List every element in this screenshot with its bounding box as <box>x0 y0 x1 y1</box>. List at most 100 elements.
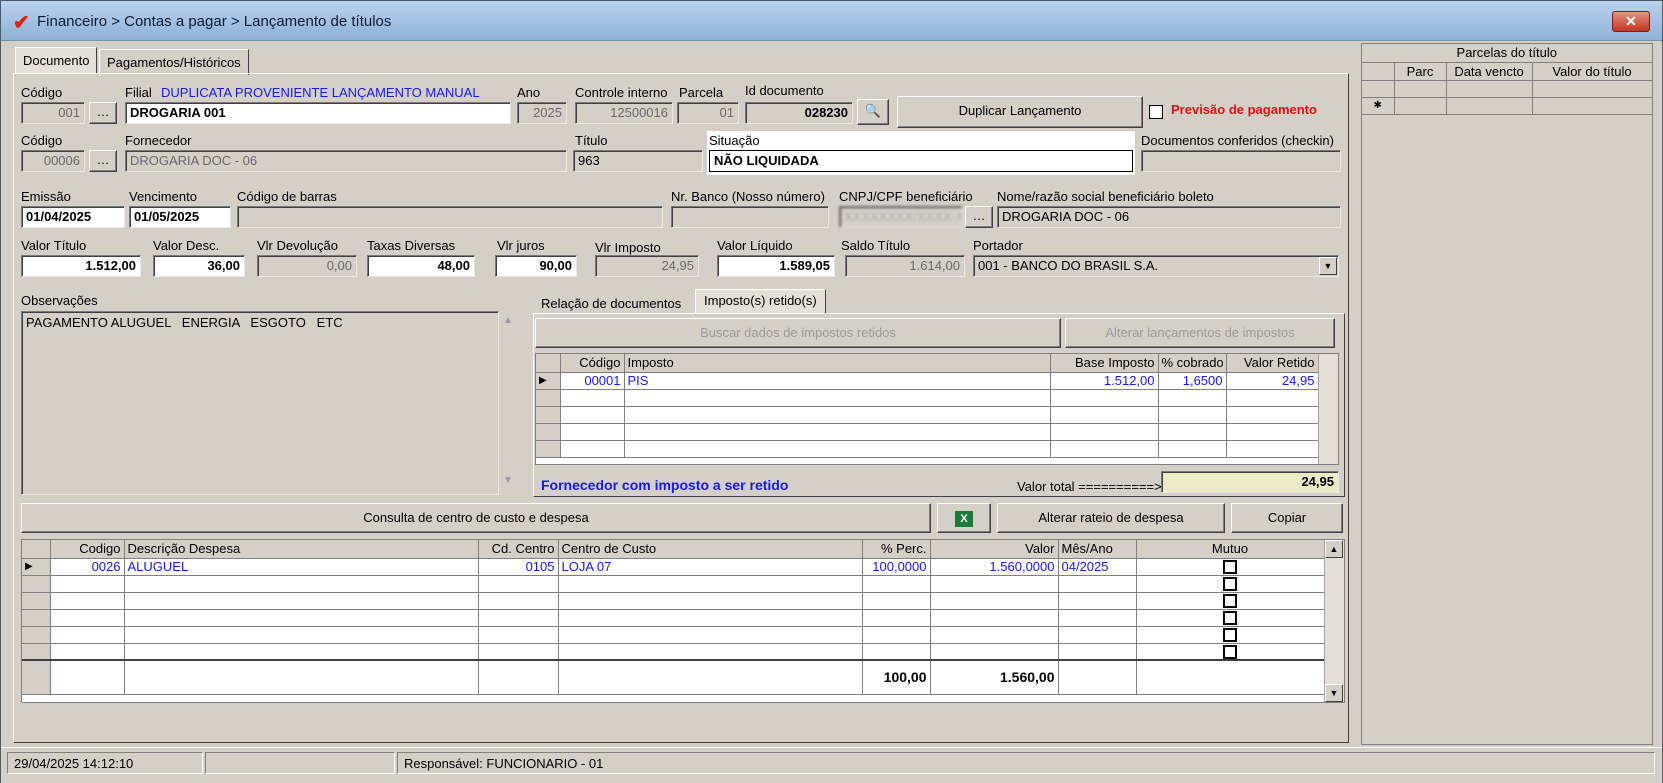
table-row[interactable] <box>536 423 1319 441</box>
impostos-scrollbar[interactable] <box>1318 354 1338 464</box>
scroll-up-icon[interactable]: ▲ <box>1325 540 1343 558</box>
table-row[interactable] <box>22 575 1325 593</box>
cell-descricao: ALUGUEL <box>124 558 479 576</box>
cell-valor: 1.560,0000 <box>930 558 1059 576</box>
titulo-field[interactable]: 963 <box>573 150 703 172</box>
cell-percent: 1,6500 <box>1158 372 1227 390</box>
codigo-barras-field[interactable] <box>237 206 663 228</box>
valor-titulo-field[interactable]: 1.512,00 <box>21 255 141 277</box>
chevron-down-icon[interactable]: ▼ <box>1319 257 1337 275</box>
table-row[interactable]: ▶ 0026 ALUGUEL 0105 LOJA 07 100,0000 1.5… <box>22 558 1325 576</box>
status-bar: 29/04/2025 14:12:10 Responsável: FUNCION… <box>1 747 1662 783</box>
vlr-devolucao-field[interactable]: 0,00 <box>257 255 357 277</box>
valor-desc-field[interactable]: 36,00 <box>153 255 245 277</box>
col-data-vencto[interactable]: Data vencto <box>1446 62 1533 81</box>
table-row[interactable]: ✱ <box>1362 97 1653 115</box>
col-codigo[interactable]: Código <box>560 354 625 373</box>
table-row[interactable] <box>22 626 1325 644</box>
col-codigo-despesa[interactable]: Codigo <box>50 540 125 559</box>
codigo-fornecedor-field[interactable]: 00006 <box>21 150 85 172</box>
saldo-titulo-field[interactable]: 1.614,00 <box>845 255 965 277</box>
excel-export-button[interactable]: X <box>937 503 991 533</box>
tab-documento[interactable]: Documento <box>15 47 98 73</box>
buscar-impostos-button[interactable]: Buscar dados de impostos retidos <box>535 318 1061 348</box>
filial-field[interactable]: DROGARIA 001 <box>125 102 511 124</box>
parcela-field[interactable]: 01 <box>677 102 739 124</box>
tab-relacao-documentos[interactable]: Relação de documentos <box>541 296 681 311</box>
consulta-centro-custo-button[interactable]: Consulta de centro de custo e despesa <box>21 503 931 533</box>
search-document-button[interactable]: 🔍 <box>857 99 889 125</box>
previsao-checkbox[interactable] <box>1149 103 1163 119</box>
table-row[interactable]: ▶ 00001 PIS 1.512,00 1,6500 24,95 <box>536 372 1319 390</box>
col-cd-centro[interactable]: Cd. Centro <box>478 540 559 559</box>
table-row[interactable] <box>22 643 1325 661</box>
valor-total-field: 24,95 <box>1161 471 1339 493</box>
nome-beneficiario-field[interactable]: DROGARIA DOC - 06 <box>997 206 1341 228</box>
despesas-scrollbar[interactable]: ▲ ▼ <box>1324 540 1344 702</box>
table-row[interactable] <box>1362 80 1653 98</box>
scroll-down-icon[interactable]: ▼ <box>1325 684 1343 702</box>
vencimento-field[interactable]: 01/05/2025 <box>129 206 231 228</box>
col-valor-titulo[interactable]: Valor do título <box>1532 62 1653 81</box>
obs-scroll-up-icon[interactable]: ▲ <box>503 315 513 326</box>
mutuo-checkbox[interactable] <box>1223 577 1237 591</box>
table-row[interactable] <box>536 440 1319 458</box>
filial-origin-note: DUPLICATA PROVENIENTE LANÇAMENTO MANUAL <box>161 85 480 100</box>
tab-pagamentos[interactable]: Pagamentos/Históricos <box>99 49 249 75</box>
table-row[interactable] <box>22 609 1325 627</box>
table-row[interactable] <box>22 592 1325 610</box>
mutuo-checkbox[interactable] <box>1223 594 1237 608</box>
col-parc[interactable]: Parc <box>1394 62 1447 81</box>
vlr-juros-field[interactable]: 90,00 <box>495 255 577 277</box>
alterar-impostos-button[interactable]: Alterar lançamentos de impostos <box>1065 318 1335 348</box>
row-selected-icon: ✱ <box>1362 97 1395 115</box>
mutuo-checkbox[interactable] <box>1223 628 1237 642</box>
filial-lookup-button[interactable]: … <box>89 102 117 124</box>
obs-scroll-down-icon[interactable]: ▼ <box>503 475 513 486</box>
cnpj-lookup-button[interactable]: … <box>965 206 993 228</box>
portador-label: Portador <box>973 238 1023 253</box>
checkin-field[interactable] <box>1141 150 1341 172</box>
cell-mes-ano: 04/2025 <box>1058 558 1137 576</box>
col-valor[interactable]: Valor <box>930 540 1059 559</box>
codigo-filial-field[interactable]: 001 <box>21 102 85 124</box>
valor-liquido-field[interactable]: 1.589,05 <box>717 255 835 277</box>
table-row[interactable] <box>536 406 1319 424</box>
tab-impostos-retidos[interactable]: Imposto(s) retido(s) <box>695 289 826 313</box>
parcelas-panel: Parcelas do título Parc Data vencto Valo… <box>1361 43 1653 745</box>
col-descricao-despesa[interactable]: Descrição Despesa <box>124 540 479 559</box>
mutuo-checkbox[interactable] <box>1223 611 1237 625</box>
observacoes-textarea[interactable]: PAGAMENTO ALUGUEL ENERGIA ESGOTO ETC <box>21 311 499 495</box>
fornecedor-lookup-button[interactable]: … <box>89 150 117 172</box>
col-base-imposto[interactable]: Base Imposto <box>1050 354 1159 373</box>
col-perc[interactable]: % Perc. <box>862 540 931 559</box>
magnifier-icon: 🔍 <box>864 103 882 118</box>
valor-liquido-label: Valor Líquido <box>717 238 793 253</box>
vlr-imposto-field[interactable]: 24,95 <box>595 255 699 277</box>
col-mutuo[interactable]: Mutuo <box>1136 540 1325 559</box>
close-button[interactable]: ✕ <box>1612 11 1650 32</box>
col-percent-cobrado[interactable]: % cobrado <box>1158 354 1227 373</box>
table-row[interactable] <box>536 389 1319 407</box>
window-title: Financeiro > Contas a pagar > Lançamento… <box>37 13 392 30</box>
col-centro-custo[interactable]: Centro de Custo <box>558 540 863 559</box>
col-imposto[interactable]: Imposto <box>624 354 1051 373</box>
mutuo-checkbox[interactable] <box>1223 645 1237 660</box>
copiar-button[interactable]: Copiar <box>1231 503 1343 533</box>
cnpj-field[interactable]: XXXXXXXX/XXXX-XX <box>839 206 963 228</box>
mutuo-checkbox[interactable] <box>1223 560 1237 574</box>
emissao-field[interactable]: 01/04/2025 <box>21 206 125 228</box>
ano-field[interactable]: 2025 <box>517 102 567 124</box>
alterar-rateio-button[interactable]: Alterar rateio de despesa <box>997 503 1225 533</box>
controle-interno-field[interactable]: 12500016 <box>575 102 673 124</box>
taxas-field[interactable]: 48,00 <box>367 255 475 277</box>
col-valor-retido[interactable]: Valor Retido <box>1226 354 1319 373</box>
titulo-label: Título <box>575 133 608 148</box>
portador-select[interactable]: 001 - BANCO DO BRASIL S.A. <box>973 255 1339 277</box>
duplicar-lancamento-button[interactable]: Duplicar Lançamento <box>897 96 1143 128</box>
vlr-juros-label: Vlr juros <box>497 238 545 253</box>
id-documento-field[interactable]: 028230 <box>745 102 853 124</box>
col-mes-ano[interactable]: Mês/Ano <box>1058 540 1137 559</box>
nosso-numero-field[interactable] <box>671 206 829 228</box>
fornecedor-field[interactable]: DROGARIA DOC - 06 <box>125 150 567 172</box>
